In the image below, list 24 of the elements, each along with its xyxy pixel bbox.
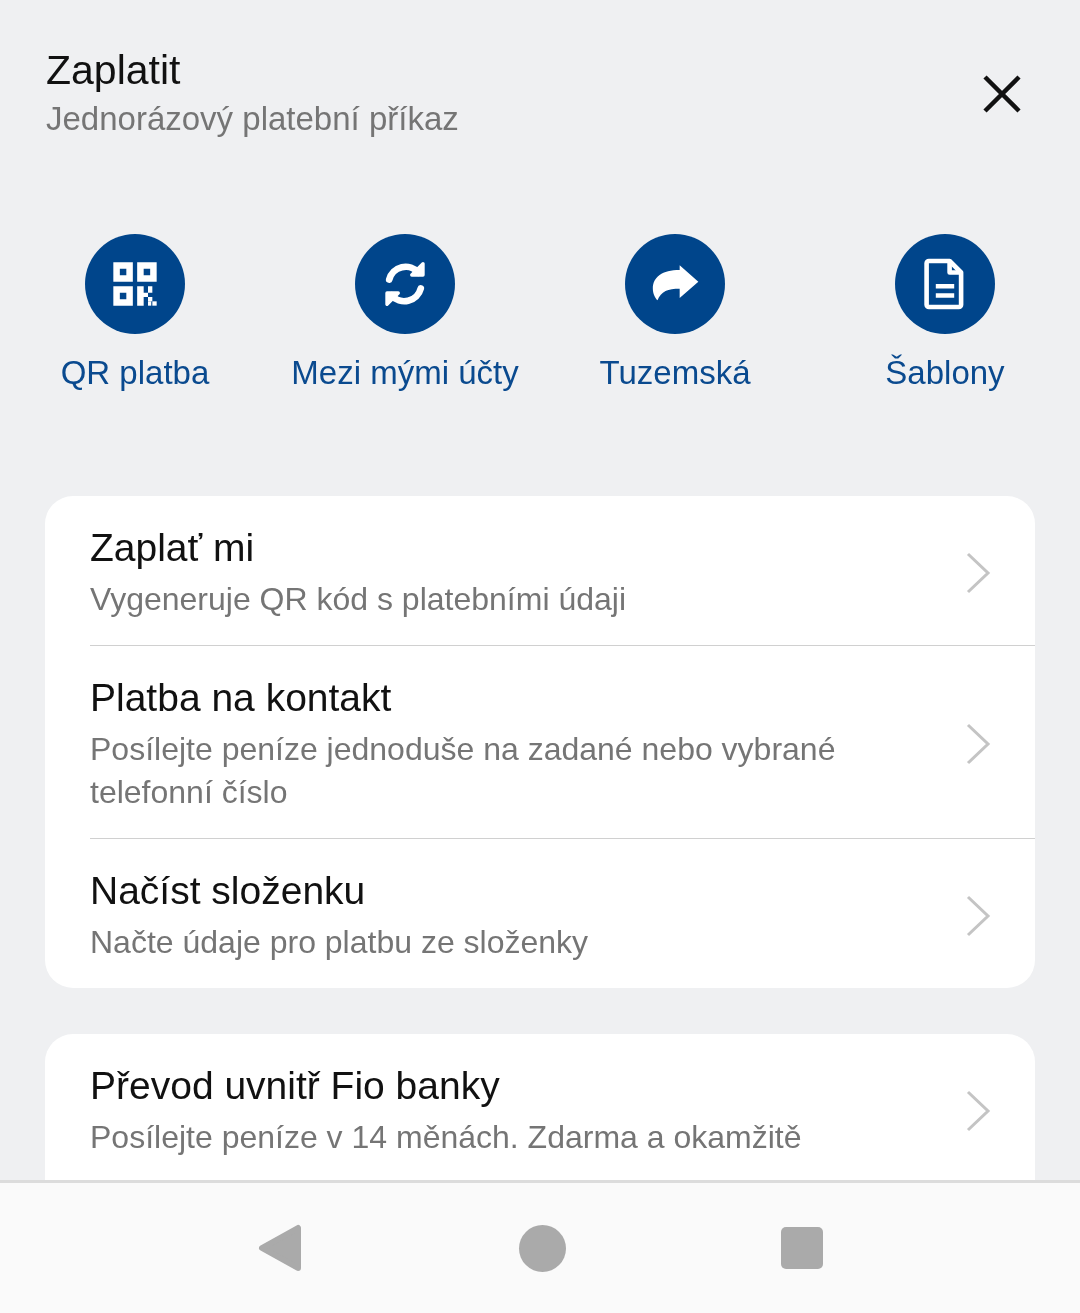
menu-item[interactable]: Zaplať mi Vygeneruje QR kód s platebními údaji <box>90 496 1035 645</box>
chevron-right-icon <box>965 550 991 595</box>
chevron-right-icon <box>965 1088 991 1133</box>
menu-item-title: Zaplať mi <box>90 525 256 571</box>
menu-item[interactable]: Převod uvnitř Fio banky Posílejte peníze v 14 měnách. Zdarma a okamžitě <box>90 1034 1035 1183</box>
page-title: Zaplatit <box>46 46 182 95</box>
page-subtitle: Jednorázový platební příkaz <box>46 99 459 139</box>
menu-item[interactable]: Platba na kontakt Posílejte peníze jednoduše na zadané nebo vybrané telefonní číslo <box>90 645 1035 838</box>
quick-action-label[interactable]: QR platba <box>60 352 210 394</box>
chevron-right-icon <box>965 893 991 938</box>
menu-item-description: Posílejte peníze v 14 měnách. Zdarma a okamžitě <box>90 1118 803 1157</box>
quick-action-label[interactable]: Tuzemská <box>599 352 751 394</box>
quick-action-label[interactable]: Mezi mými účty <box>291 352 519 394</box>
menu-item-description: Posílejte peníze jednoduše na zadané nebo vybrané telefonní číslo <box>90 730 837 812</box>
quick-action-label[interactable]: Šablony <box>885 352 1005 394</box>
menu-item-title: Platba na kontakt <box>90 675 393 721</box>
menu-item-description: Načte údaje pro platbu ze složenky <box>90 923 590 962</box>
menu-item-description: Vygeneruje QR kód s platebními údaji <box>90 580 627 619</box>
menu-item[interactable]: Načíst složenku Načte údaje pro platbu ze složenky <box>90 838 1035 988</box>
chevron-right-icon <box>965 722 991 766</box>
menu-item-title: Načíst složenku <box>90 868 367 914</box>
close-icon <box>982 74 1022 114</box>
back-triangle-icon <box>257 1224 304 1272</box>
menu-item-title: Převod uvnitř Fio banky <box>90 1063 501 1109</box>
